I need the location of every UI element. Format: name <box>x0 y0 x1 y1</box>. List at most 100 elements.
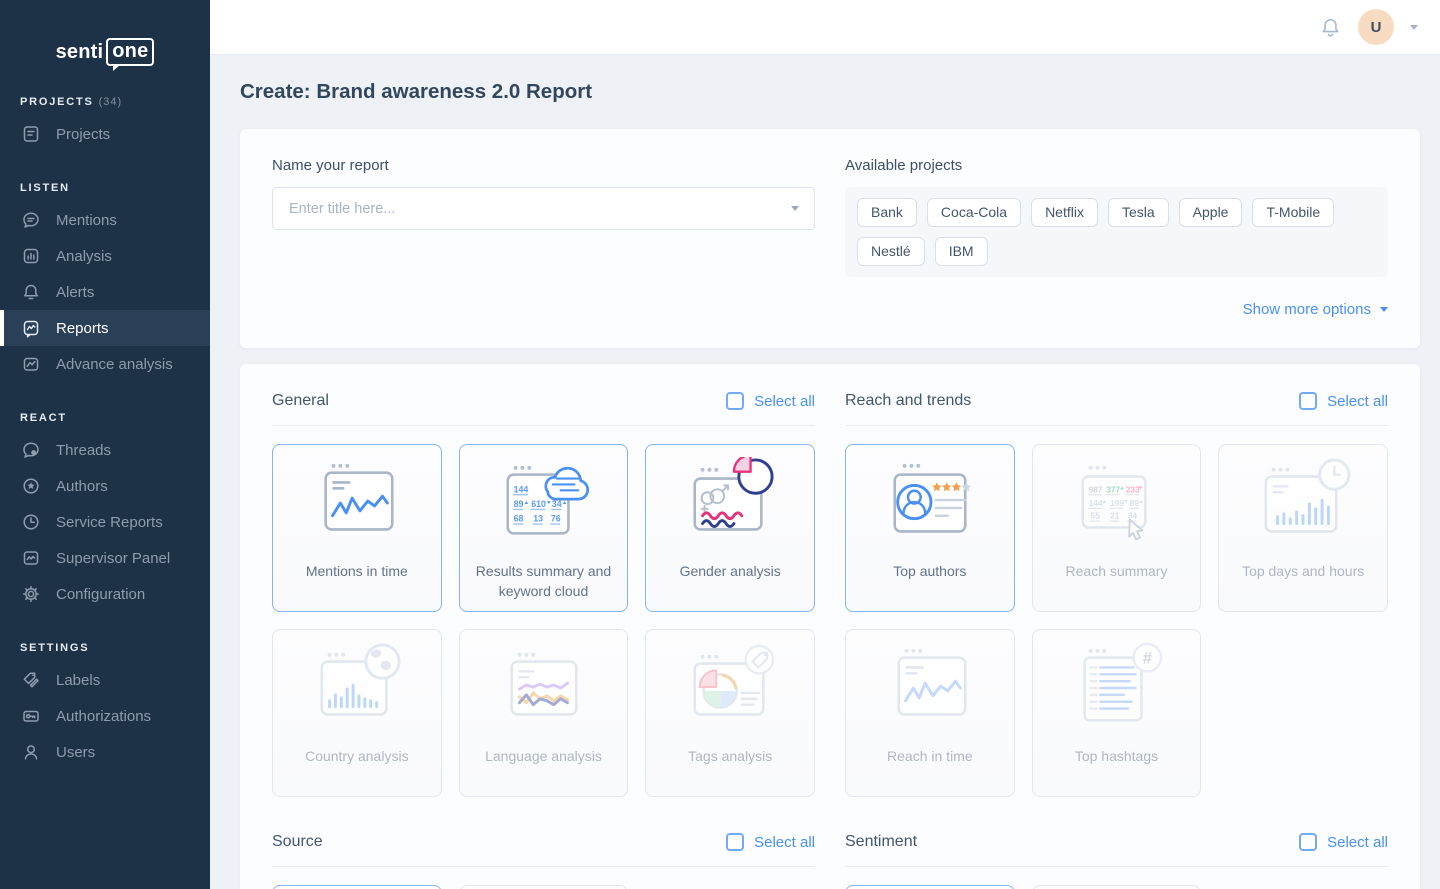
select-all-source[interactable]: Select all <box>726 833 815 851</box>
tile-mentions-in-time[interactable]: Mentions in time <box>272 444 442 612</box>
top-authors-icon <box>879 457 981 551</box>
user-menu-caret-icon[interactable] <box>1410 25 1418 30</box>
alerts-bell-icon <box>21 282 41 302</box>
section-reach-and-trends: Reach and trends Select all <box>845 392 1388 797</box>
tile-label: Tags analysis <box>676 747 784 767</box>
sidebar-item-labels[interactable]: Labels <box>0 662 210 698</box>
title-dropdown-caret-icon[interactable] <box>791 206 799 211</box>
section-title: Reach and trends <box>845 392 971 410</box>
select-all-checkbox[interactable] <box>1299 392 1317 410</box>
report-setup-card: Name your report Available projects Bank… <box>240 129 1420 348</box>
sidebar: sentione PROJECTS (34) Projects LISTEN M… <box>0 0 210 889</box>
sidebar-item-mentions[interactable]: Mentions <box>0 202 210 238</box>
section-title: General <box>272 392 329 410</box>
notifications-bell-icon[interactable] <box>1319 16 1342 39</box>
project-chip[interactable]: Coca-Cola <box>927 198 1021 227</box>
tile-source-1[interactable] <box>272 885 442 889</box>
project-chip[interactable]: IBM <box>935 237 988 266</box>
select-all-checkbox[interactable] <box>726 833 744 851</box>
project-chip[interactable]: Bank <box>857 198 917 227</box>
projects-chips-box: Bank Coca-Cola Netflix Tesla Apple T-Mob… <box>845 187 1388 277</box>
sidebar-item-authors[interactable]: Authors <box>0 468 210 504</box>
project-chip[interactable]: Nestlé <box>857 237 925 266</box>
tile-label: Mentions in time <box>294 562 420 582</box>
section-title: Sentiment <box>845 833 917 851</box>
tile-sentiment-2[interactable] <box>1032 885 1202 889</box>
svg-text:610: 610 <box>532 499 547 509</box>
topbar: U <box>210 0 1440 55</box>
tile-top-days-hours[interactable]: Top days and hours <box>1218 444 1388 612</box>
section-general: General Select all <box>272 392 815 797</box>
sidebar-item-configuration[interactable]: Configuration <box>0 576 210 612</box>
select-all-checkbox[interactable] <box>1299 833 1317 851</box>
sidebar-item-projects[interactable]: Projects <box>0 116 210 152</box>
sidebar-item-supervisor-panel[interactable]: Supervisor Panel <box>0 540 210 576</box>
sidebar-item-reports[interactable]: Reports <box>0 310 210 346</box>
svg-text:21: 21 <box>1111 511 1121 521</box>
sidebar-section-react-title: REACT <box>0 412 210 424</box>
key-card-icon <box>21 706 41 726</box>
tile-label: Results summary and keyword cloud <box>460 562 628 601</box>
tile-results-summary[interactable]: 144 89 610 34 68 13 76 <box>459 444 629 612</box>
tile-top-hashtags[interactable]: # Top hashtags <box>1032 629 1202 797</box>
project-chip[interactable]: Netflix <box>1031 198 1098 227</box>
available-projects-block: Available projects Bank Coca-Cola Netfli… <box>845 157 1388 318</box>
tile-gender-analysis[interactable]: Gender analysis <box>645 444 815 612</box>
report-title-input[interactable] <box>272 187 815 230</box>
tile-reach-summary[interactable]: 987 377 233 144 199 89 55 21 34 <box>1032 444 1202 612</box>
page-title: Create: Brand awareness 2.0 Report <box>240 80 1420 104</box>
sidebar-item-threads[interactable]: Threads <box>0 432 210 468</box>
select-all-reach[interactable]: Select all <box>1299 392 1388 410</box>
clock-icon <box>21 512 41 532</box>
svg-text:89: 89 <box>514 499 524 509</box>
project-chip[interactable]: Tesla <box>1108 198 1169 227</box>
reach-summary-icon: 987 377 233 144 199 89 55 21 34 <box>1065 457 1167 551</box>
tags-analysis-icon <box>679 642 781 736</box>
logo-text: senti <box>56 41 104 64</box>
user-avatar[interactable]: U <box>1358 9 1394 45</box>
widgets-card: General Select all <box>240 364 1420 889</box>
select-all-checkbox[interactable] <box>726 392 744 410</box>
sentione-logo[interactable]: sentione <box>0 38 210 66</box>
tile-label: Top days and hours <box>1230 562 1376 582</box>
show-more-options-link[interactable]: Show more options <box>845 301 1388 318</box>
tile-reach-in-time[interactable]: Reach in time <box>845 629 1015 797</box>
tile-sentiment-1[interactable] <box>845 885 1015 889</box>
reports-icon <box>21 318 41 338</box>
tile-label: Country analysis <box>293 747 421 767</box>
name-report-label: Name your report <box>272 157 815 174</box>
project-chip[interactable]: T-Mobile <box>1252 198 1334 227</box>
tile-label: Gender analysis <box>668 562 793 582</box>
tile-label: Reach summary <box>1054 562 1180 582</box>
sidebar-section-settings-title: SETTINGS <box>0 642 210 654</box>
svg-text:#: # <box>1143 649 1152 668</box>
sidebar-item-advance-analysis[interactable]: Advance analysis <box>0 346 210 382</box>
tile-top-authors[interactable]: Top authors <box>845 444 1015 612</box>
mentions-in-time-icon <box>306 457 408 551</box>
advance-analysis-icon <box>21 354 41 374</box>
sidebar-item-authorizations[interactable]: Authorizations <box>0 698 210 734</box>
supervisor-panel-icon <box>21 548 41 568</box>
sidebar-item-alerts[interactable]: Alerts <box>0 274 210 310</box>
tile-label: Top authors <box>881 562 978 582</box>
select-all-general[interactable]: Select all <box>726 392 815 410</box>
threads-icon <box>21 440 41 460</box>
tile-source-2[interactable] <box>459 885 629 889</box>
sidebar-item-users[interactable]: Users <box>0 734 210 770</box>
language-analysis-icon <box>492 642 594 736</box>
svg-text:987: 987 <box>1089 484 1103 494</box>
svg-text:76: 76 <box>551 514 561 524</box>
projects-icon <box>21 124 41 144</box>
svg-text:377: 377 <box>1107 484 1121 494</box>
show-more-caret-icon <box>1380 307 1388 312</box>
sidebar-item-service-reports[interactable]: Service Reports <box>0 504 210 540</box>
tile-country-analysis[interactable]: Country analysis <box>272 629 442 797</box>
select-all-sentiment[interactable]: Select all <box>1299 833 1388 851</box>
tile-label: Reach in time <box>875 747 985 767</box>
section-sentiment: Sentiment Select all <box>845 833 1388 889</box>
project-chip[interactable]: Apple <box>1179 198 1243 227</box>
tile-language-analysis[interactable]: Language analysis <box>459 629 629 797</box>
sidebar-item-analysis[interactable]: Analysis <box>0 238 210 274</box>
svg-text:68: 68 <box>514 514 524 524</box>
tile-tags-analysis[interactable]: Tags analysis <box>645 629 815 797</box>
